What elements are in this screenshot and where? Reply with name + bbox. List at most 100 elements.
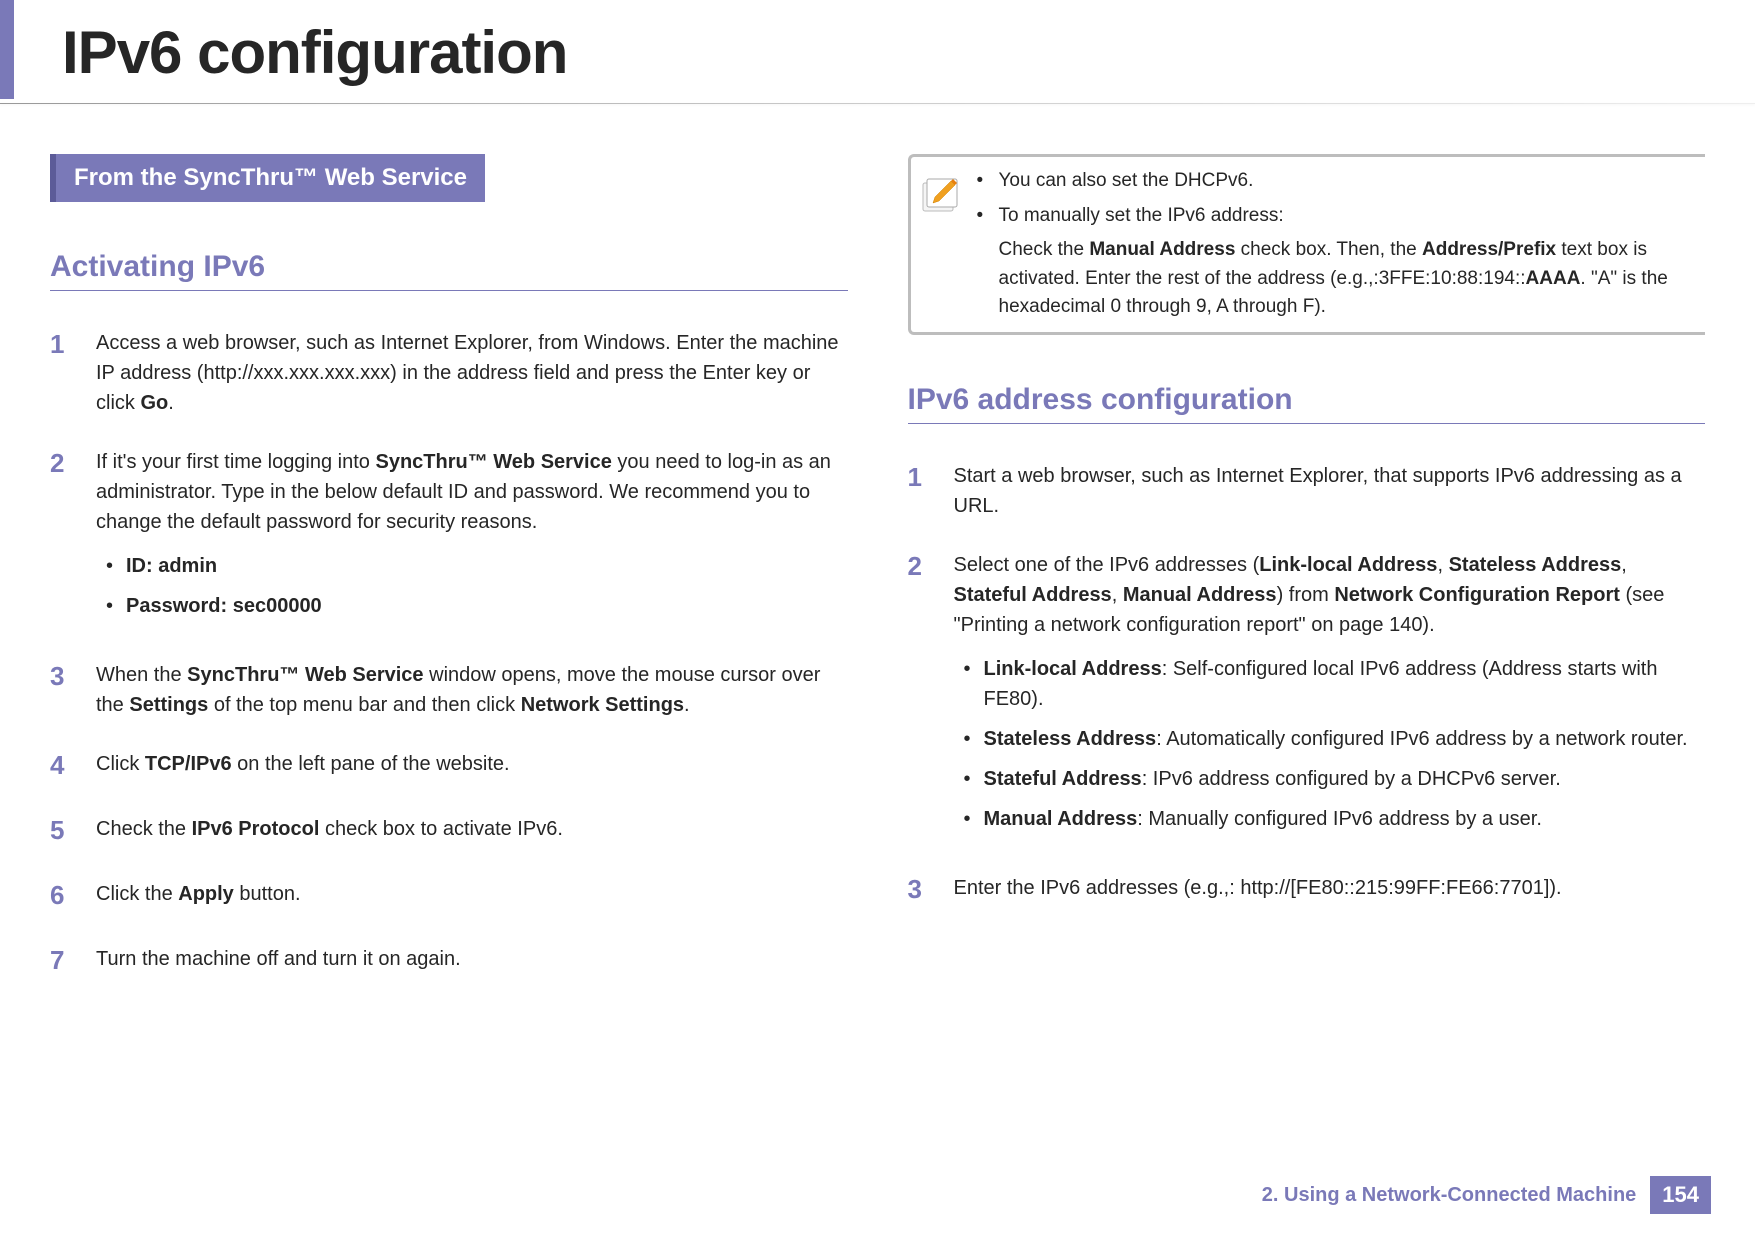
step-number: 1 xyxy=(50,325,96,418)
text: When the xyxy=(96,664,187,686)
bullet-stateless: • Stateless Address: Automatically confi… xyxy=(954,724,1706,754)
step-body: When the SyncThru™ Web Service window op… xyxy=(96,657,848,720)
text: , xyxy=(1437,554,1448,576)
step-body: If it's your first time logging into Syn… xyxy=(96,444,848,631)
text: Click the xyxy=(96,883,178,905)
text: of the top menu bar and then click xyxy=(208,694,520,716)
bullet-dot: • xyxy=(96,591,126,621)
bullet-dot: • xyxy=(954,764,984,794)
step-6: 6 Click the Apply button. xyxy=(50,876,848,915)
content-columns: From the SyncThru™ Web Service Activatin… xyxy=(0,104,1755,1006)
text: Enter the IPv6 addresses (e.g.,: http://… xyxy=(954,877,1562,899)
step-1: 1 Start a web browser, such as Internet … xyxy=(908,458,1706,521)
step-3: 3 When the SyncThru™ Web Service window … xyxy=(50,657,848,720)
step-body: Click TCP/IPv6 on the left pane of the w… xyxy=(96,746,510,785)
bullet-text: Stateless Address: Automatically configu… xyxy=(984,724,1706,754)
note-bullet-2: • To manually set the IPv6 address: xyxy=(977,202,1696,231)
step-body: Select one of the IPv6 addresses (Link-l… xyxy=(954,547,1706,844)
footer-chapter-text: 2. Using a Network-Connected Machine xyxy=(1262,1184,1637,1207)
text: Select one of the IPv6 addresses ( xyxy=(954,554,1260,576)
bullet-stateful: • Stateful Address: IPv6 address configu… xyxy=(954,764,1706,794)
bullet-dot: • xyxy=(96,551,126,581)
text: , xyxy=(1621,554,1627,576)
text: Access a web browser, such as Internet E… xyxy=(96,332,839,414)
desc: : Manually configured IPv6 address by a … xyxy=(1137,808,1542,830)
step-3: 3 Enter the IPv6 addresses (e.g.,: http:… xyxy=(908,870,1706,909)
bold-password: Password: sec00000 xyxy=(126,595,322,617)
right-column: • You can also set the DHCPv6. • To manu… xyxy=(908,154,1706,1006)
step-body: Start a web browser, such as Internet Ex… xyxy=(954,458,1706,521)
step-2: 2 If it's your first time logging into S… xyxy=(50,444,848,631)
step-number: 1 xyxy=(908,458,954,521)
step-number: 5 xyxy=(50,811,96,850)
note-pencil-icon xyxy=(921,171,963,213)
text: , xyxy=(1112,584,1123,606)
footer-page-number: 154 xyxy=(1650,1176,1711,1214)
text: Check the xyxy=(96,818,192,840)
bold-linklocal: Link-local Address xyxy=(1259,554,1437,576)
step-body: Enter the IPv6 addresses (e.g.,: http://… xyxy=(954,870,1562,909)
bullet-dot: • xyxy=(954,724,984,754)
text: If it's your first time logging into xyxy=(96,451,375,473)
bullet-manual: • Manual Address: Manually configured IP… xyxy=(954,804,1706,834)
bold-syncthru: SyncThru™ Web Service xyxy=(187,664,423,686)
bold-manual-address: Manual Address xyxy=(1089,239,1235,260)
bullet-dot: • xyxy=(977,202,999,231)
step-body: Access a web browser, such as Internet E… xyxy=(96,325,848,418)
text: check box to activate IPv6. xyxy=(319,818,562,840)
step-number: 2 xyxy=(908,547,954,844)
text: check box. Then, the xyxy=(1235,239,1422,260)
note-text: You can also set the DHCPv6. xyxy=(999,167,1254,196)
bold-label: Stateless Address xyxy=(984,728,1157,750)
note-sub-text: Check the Manual Address check box. Then… xyxy=(977,236,1696,322)
bold-manual: Manual Address xyxy=(1123,584,1277,606)
text: . xyxy=(684,694,690,716)
footer: 2. Using a Network-Connected Machine 154 xyxy=(1262,1176,1711,1214)
step-number: 3 xyxy=(908,870,954,909)
bold-stateless: Stateless Address xyxy=(1449,554,1622,576)
text: Check the xyxy=(999,239,1090,260)
text: on the left pane of the website. xyxy=(232,753,510,775)
step-body: Click the Apply button. xyxy=(96,876,301,915)
subsection-activating-ipv6: Activating IPv6 xyxy=(50,250,848,291)
text: . xyxy=(168,392,174,414)
bold-label: Manual Address xyxy=(984,808,1138,830)
step-5: 5 Check the IPv6 Protocol check box to a… xyxy=(50,811,848,850)
subsection-ipv6-address-config: IPv6 address configuration xyxy=(908,383,1706,424)
text: Turn the machine off and turn it on agai… xyxy=(96,948,461,970)
bold-tcpipv6: TCP/IPv6 xyxy=(145,753,232,775)
bold-id: ID: admin xyxy=(126,555,217,577)
bold-netconfig-report: Network Configuration Report xyxy=(1334,584,1620,606)
bold-network-settings: Network Settings xyxy=(521,694,684,716)
text: Click xyxy=(96,753,145,775)
bold-label: Stateful Address xyxy=(984,768,1142,790)
step-body: Turn the machine off and turn it on agai… xyxy=(96,941,461,980)
note-bullet-1: • You can also set the DHCPv6. xyxy=(977,167,1696,196)
bold-go: Go xyxy=(140,392,168,414)
step-2: 2 Select one of the IPv6 addresses (Link… xyxy=(908,547,1706,844)
step-body: Check the IPv6 Protocol check box to act… xyxy=(96,811,563,850)
bullet-text: Link-local Address: Self-configured loca… xyxy=(984,654,1706,714)
page-title: IPv6 configuration xyxy=(0,0,1755,99)
bullet-text: ID: admin xyxy=(126,551,848,581)
bold-syncthru: SyncThru™ Web Service xyxy=(375,451,611,473)
bullet-text: Stateful Address: IPv6 address configure… xyxy=(984,764,1706,794)
step-7: 7 Turn the machine off and turn it on ag… xyxy=(50,941,848,980)
bullet-password: • Password: sec00000 xyxy=(96,591,848,621)
bullet-dot: • xyxy=(954,804,984,834)
step-number: 3 xyxy=(50,657,96,720)
bold-ipv6-protocol: IPv6 Protocol xyxy=(192,818,320,840)
step-number: 4 xyxy=(50,746,96,785)
address-types-list: • Link-local Address: Self-configured lo… xyxy=(954,654,1706,834)
step-4: 4 Click TCP/IPv6 on the left pane of the… xyxy=(50,746,848,785)
text: Start a web browser, such as Internet Ex… xyxy=(954,465,1682,517)
bullet-dot: • xyxy=(954,654,984,714)
step-number: 2 xyxy=(50,444,96,631)
section-banner-syncthru: From the SyncThru™ Web Service xyxy=(50,154,485,202)
note-body: • You can also set the DHCPv6. • To manu… xyxy=(977,167,1696,322)
step-number: 7 xyxy=(50,941,96,980)
step-number: 6 xyxy=(50,876,96,915)
bold-apply: Apply xyxy=(178,883,234,905)
note-text: To manually set the IPv6 address: xyxy=(999,202,1284,231)
bold-settings: Settings xyxy=(129,694,208,716)
